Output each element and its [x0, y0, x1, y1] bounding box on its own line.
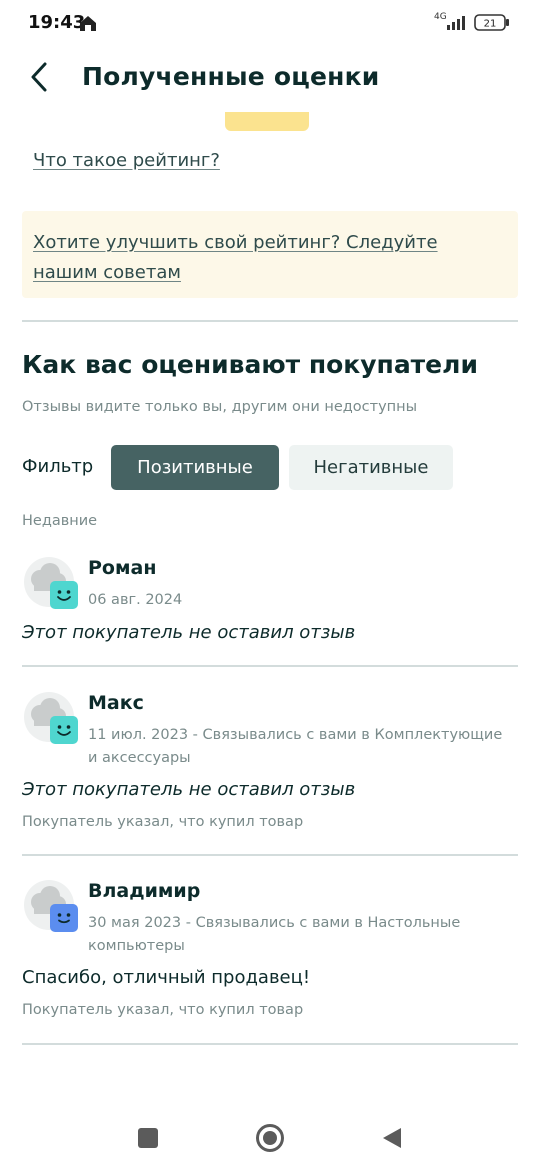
battery-icon: 21	[474, 14, 509, 31]
filter-positive-button[interactable]: Позитивные	[111, 445, 279, 490]
system-nav-bar	[0, 1110, 540, 1170]
review-meta: 30 мая 2023 - Связывались с вами в Насто…	[88, 915, 461, 954]
network-type: 4G	[434, 12, 447, 22]
review-comment: Спасибо, отличный продавец!	[22, 967, 311, 988]
page-title: Полученные оценки	[82, 62, 380, 91]
review-item: Макс 11 июл. 2023 - Связывались с вами в…	[22, 692, 518, 842]
signal-icon	[447, 16, 465, 30]
filter-label: Фильтр	[22, 456, 94, 477]
review-meta: 11 июл. 2023 - Связывались с вами в Комп…	[88, 727, 503, 766]
smile-badge-icon	[50, 716, 78, 744]
avatar	[24, 880, 80, 936]
smile-badge-icon	[50, 581, 78, 609]
recent-apps-icon[interactable]	[138, 1128, 158, 1148]
what-is-rating-link[interactable]: Что такое рейтинг?	[33, 150, 220, 171]
status-bar: 19:43 4G 21	[0, 0, 540, 48]
rating-chip	[225, 112, 309, 131]
app-header: Полученные оценки	[0, 50, 540, 106]
reviewer-name: Владимир	[88, 880, 201, 902]
reviewer-name: Роман	[88, 557, 157, 579]
home-status-icon	[80, 16, 96, 31]
review-item: Роман 06 авг. 2024 Этот покупатель не ос…	[22, 557, 518, 657]
divider	[22, 1043, 518, 1045]
divider	[22, 854, 518, 856]
battery-level: 21	[484, 19, 497, 30]
improve-rating-link[interactable]: Хотите улучшить свой рейтинг? Следуйте н…	[33, 232, 438, 283]
recent-label: Недавние	[22, 513, 98, 529]
avatar	[24, 692, 80, 748]
smile-badge-icon	[50, 904, 78, 932]
filter-negative-button[interactable]: Негативные	[289, 445, 453, 490]
status-time: 19:43	[28, 12, 86, 33]
review-comment: Этот покупатель не оставил отзыв	[22, 622, 356, 643]
home-button-icon[interactable]	[256, 1124, 284, 1152]
divider	[22, 320, 518, 322]
review-item: Владимир 30 мая 2023 - Связывались с вам…	[22, 880, 518, 1030]
purchase-note: Покупатель указал, что купил товар	[22, 1002, 304, 1018]
divider	[22, 665, 518, 667]
reviewer-name: Макс	[88, 692, 144, 714]
back-triangle-icon[interactable]	[381, 1126, 403, 1150]
review-comment: Этот покупатель не оставил отзыв	[22, 779, 356, 800]
review-meta: 06 авг. 2024	[88, 592, 183, 608]
back-arrow-icon[interactable]	[26, 60, 54, 94]
section-subtitle: Отзывы видите только вы, другим они недо…	[22, 399, 418, 415]
section-title: Как вас оценивают покупатели	[22, 350, 478, 379]
purchase-note: Покупатель указал, что купил товар	[22, 814, 304, 830]
tip-banner: Хотите улучшить свой рейтинг? Следуйте н…	[22, 211, 518, 298]
avatar	[24, 557, 80, 613]
